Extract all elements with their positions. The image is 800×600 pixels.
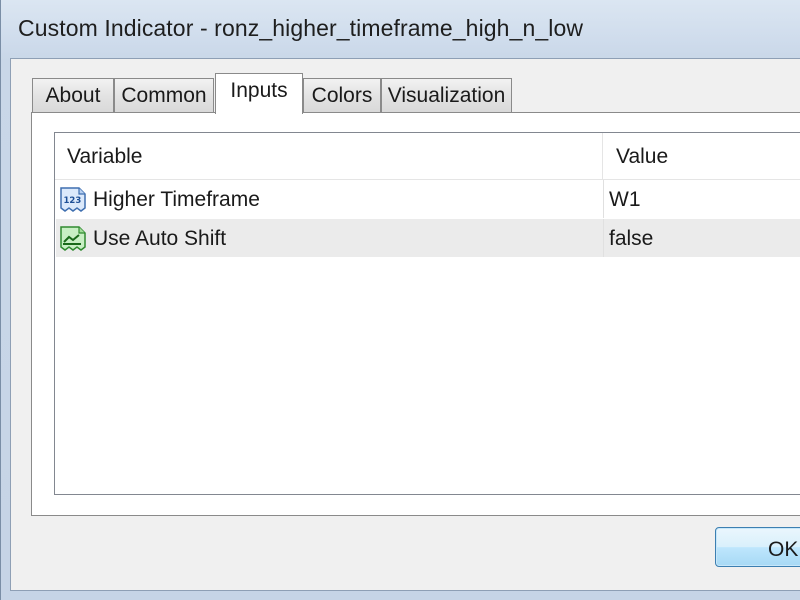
variable-name: Higher Timeframe <box>93 188 260 211</box>
table-row[interactable]: 123 Higher Timeframe W1 <box>56 180 800 218</box>
tab-about[interactable]: About <box>32 78 114 112</box>
ok-button[interactable]: OK <box>715 527 800 567</box>
column-header-value[interactable]: Value <box>603 133 800 179</box>
tab-strip: About Common Inputs Colors Visualization <box>32 73 800 114</box>
column-header-variable[interactable]: Variable <box>55 133 603 179</box>
inputs-tab-panel: Variable Value 123 Higher Timeframe W1 U… <box>31 112 800 516</box>
column-divider <box>603 219 604 257</box>
column-divider <box>603 180 604 218</box>
list-header: Variable Value <box>55 133 800 180</box>
variable-name: Use Auto Shift <box>93 227 227 250</box>
tab-common[interactable]: Common <box>114 78 214 112</box>
window-title: Custom Indicator - ronz_higher_timeframe… <box>18 15 584 41</box>
variable-value[interactable]: W1 <box>609 188 641 212</box>
tab-inputs[interactable]: Inputs <box>215 73 303 114</box>
svg-text:123: 123 <box>64 196 82 206</box>
table-row[interactable]: Use Auto Shift false <box>56 219 800 257</box>
variable-value[interactable]: false <box>609 227 653 251</box>
tab-colors[interactable]: Colors <box>303 78 381 112</box>
dialog-window: Custom Indicator - ronz_higher_timeframe… <box>0 0 800 600</box>
inputs-list[interactable]: Variable Value 123 Higher Timeframe W1 U… <box>54 132 800 495</box>
number-123-icon: 123 <box>59 185 88 213</box>
dialog-client-area: About Common Inputs Colors Visualization… <box>10 58 800 591</box>
boolean-toggle-icon <box>59 224 88 252</box>
tab-visualization[interactable]: Visualization <box>381 78 512 112</box>
title-bar[interactable]: Custom Indicator - ronz_higher_timeframe… <box>1 0 800 58</box>
